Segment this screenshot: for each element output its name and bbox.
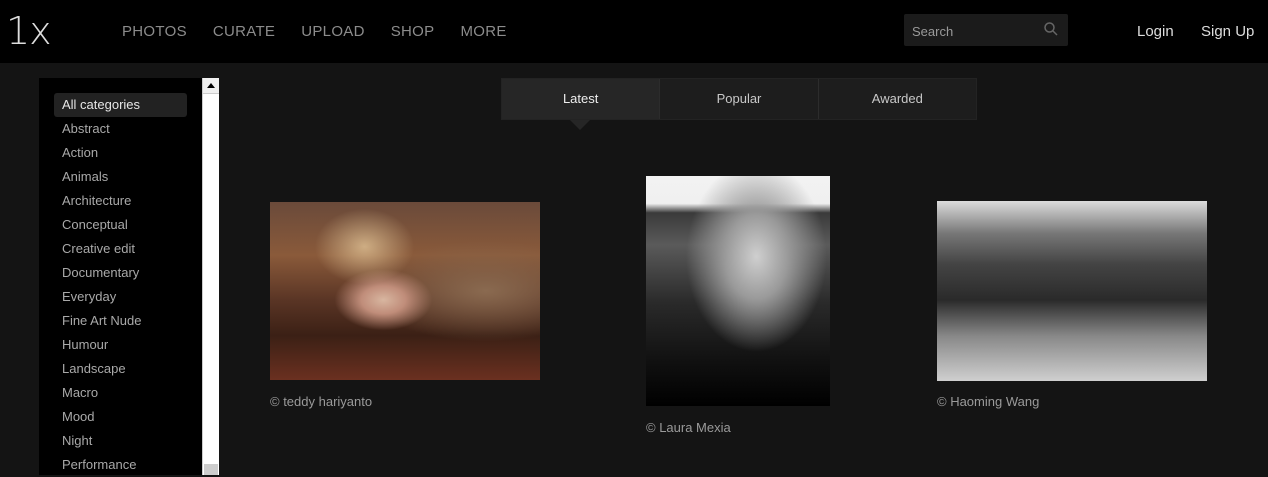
category-architecture[interactable]: Architecture	[54, 189, 187, 213]
search-icon[interactable]	[1043, 21, 1059, 37]
category-everyday[interactable]: Everyday	[54, 285, 187, 309]
search-input[interactable]	[910, 20, 1044, 42]
scroll-up-arrow-icon[interactable]	[203, 78, 219, 94]
nav-upload[interactable]: UPLOAD	[301, 23, 365, 40]
tab-latest[interactable]: Latest	[502, 79, 661, 119]
tab-awarded[interactable]: Awarded	[819, 79, 976, 119]
category-animals[interactable]: Animals	[54, 165, 187, 189]
category-list: All categories Abstract Action Animals A…	[54, 93, 187, 477]
category-creative-edit[interactable]: Creative edit	[54, 237, 187, 261]
photo-thumbnail[interactable]	[270, 202, 540, 380]
nav-curate[interactable]: CURATE	[213, 23, 275, 40]
category-sidebar: All categories Abstract Action Animals A…	[39, 78, 202, 475]
category-performance[interactable]: Performance	[54, 453, 187, 477]
top-navigation-bar: 1x PHOTOS CURATE UPLOAD SHOP MORE Login …	[0, 0, 1268, 63]
login-link[interactable]: Login	[1137, 0, 1174, 63]
photo-thumbnail[interactable]	[646, 176, 830, 406]
scrollbar-thumb[interactable]	[204, 464, 218, 475]
category-humour[interactable]: Humour	[54, 333, 187, 357]
photo-credit[interactable]: © Laura Mexia	[646, 420, 731, 435]
category-documentary[interactable]: Documentary	[54, 261, 187, 285]
category-night[interactable]: Night	[54, 429, 187, 453]
sidebar-scrollbar[interactable]	[202, 78, 219, 475]
category-landscape[interactable]: Landscape	[54, 357, 187, 381]
photo-credit[interactable]: © teddy hariyanto	[270, 394, 372, 409]
category-all[interactable]: All categories	[54, 93, 187, 117]
nav-photos[interactable]: PHOTOS	[122, 23, 187, 40]
tab-popular[interactable]: Popular	[660, 79, 819, 119]
nav-shop[interactable]: SHOP	[391, 23, 435, 40]
photo-credit[interactable]: © Haoming Wang	[937, 394, 1039, 409]
category-fine-art-nude[interactable]: Fine Art Nude	[54, 309, 187, 333]
signup-link[interactable]: Sign Up	[1201, 0, 1254, 63]
category-abstract[interactable]: Abstract	[54, 117, 187, 141]
category-mood[interactable]: Mood	[54, 405, 187, 429]
site-logo[interactable]: 1x	[6, 8, 52, 54]
sort-tabs: Latest Popular Awarded	[501, 78, 977, 120]
search-box	[904, 14, 1068, 46]
main-nav: PHOTOS CURATE UPLOAD SHOP MORE	[122, 0, 533, 63]
category-macro[interactable]: Macro	[54, 381, 187, 405]
nav-more[interactable]: MORE	[460, 23, 506, 40]
photo-thumbnail[interactable]	[937, 201, 1207, 381]
category-action[interactable]: Action	[54, 141, 187, 165]
active-tab-caret-icon	[570, 120, 590, 130]
category-conceptual[interactable]: Conceptual	[54, 213, 187, 237]
